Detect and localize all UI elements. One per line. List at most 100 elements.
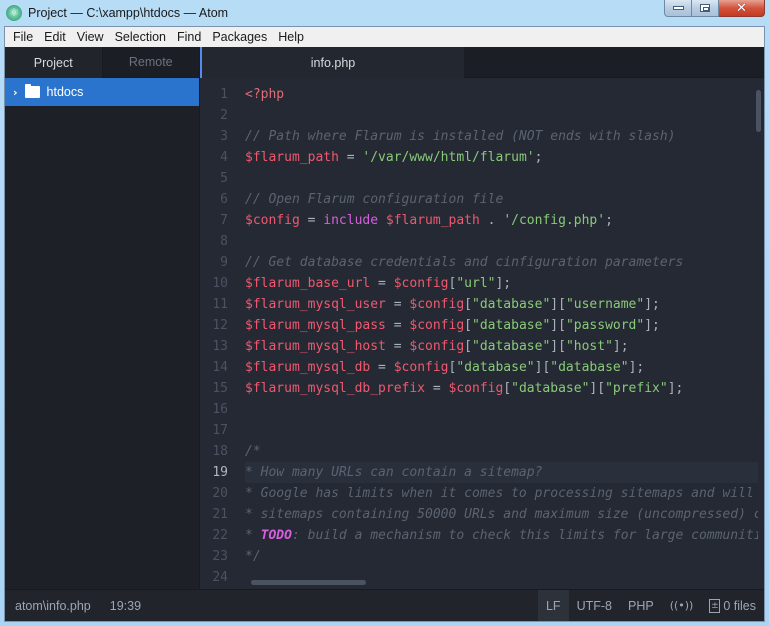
line-number: 10 [212,276,228,291]
minimize-icon [672,6,684,10]
code-token: "database" [472,318,551,333]
code-token: ; [534,150,543,165]
code-line[interactable]: 20 ​* Google has limits when it comes to … [200,483,764,504]
horizontal-scrollbar[interactable] [251,580,366,585]
maximize-button[interactable] [692,0,719,17]
menu-packages[interactable]: Packages [207,27,273,47]
close-icon: ✕ [736,0,747,16]
code-token: TODO [260,528,292,543]
line-number: 18 [212,444,228,459]
line-number: 1 [220,87,228,102]
code-token: = [385,318,410,333]
line-number: 17 [212,423,228,438]
code-line[interactable]: 3 ​// Path where Flarum is installed (NOT… [200,126,764,147]
menu-edit[interactable]: Edit [39,27,72,47]
window-title: Project — C:\xampp\htdocs — Atom [28,6,229,20]
menu-view[interactable]: View [72,27,110,47]
tree-item-htdocs[interactable]: › htdocs [5,78,199,106]
vertical-scrollbar[interactable] [756,90,761,132]
code-token: : build a mechanism to check this limits… [291,528,758,543]
line-number: 23 [212,549,228,564]
code-text: ​$flarum_mysql_user = $config["database"… [245,294,758,315]
code-line[interactable]: 12 ​$flarum_mysql_pass = $config["databas… [200,315,764,336]
menu-file[interactable]: File [8,27,39,47]
code-token: * Google has limits when it comes to pro… [245,486,754,501]
code-token: '/config.php' [503,213,606,228]
code-token: = [385,297,410,312]
code-line[interactable]: 17 ​ [200,420,764,441]
tab-info-php[interactable]: info.php [200,47,464,78]
code-text: ​$flarum_mysql_db = $config["database"][… [245,357,758,378]
menu-bar: File Edit View Selection Find Packages H… [5,27,764,47]
code-line[interactable]: 8​ [200,231,764,252]
line-number: 16 [212,402,228,417]
minimize-button[interactable] [664,0,692,17]
encoding-selector[interactable]: UTF-8 [569,590,620,621]
code-line[interactable]: 10 ​$flarum_base_url = $config["url"]; [200,273,764,294]
code-line[interactable]: 4 ​$flarum_path = '/var/www/html/flarum'; [200,147,764,168]
line-number: 4 [220,150,228,165]
code-token: = [299,213,324,228]
status-file-path[interactable]: atom\info.php [15,599,91,613]
code-text: ​ [245,231,758,252]
tab-bar: info.php [200,47,764,78]
code-text: ​ [245,105,758,126]
line-number: 15 [212,381,228,396]
code-token: ; [605,213,613,228]
code-line[interactable]: 18 ​/* [200,441,764,462]
tab-project[interactable]: Project [5,47,102,78]
broadcast-button[interactable]: ((•)) [662,590,702,621]
app-window: File Edit View Selection Find Packages H… [4,26,765,622]
code-line[interactable]: 21 ​* sitemaps containing 50000 URLs and … [200,504,764,525]
code-token: "username" [565,297,645,312]
code-line[interactable]: 11 ​$flarum_mysql_user = $config["databas… [200,294,764,315]
status-cursor-position[interactable]: 19:39 [110,599,141,613]
code-token: // Open Flarum configuration file [245,192,504,207]
code-line[interactable]: 5​ [200,168,764,189]
code-token: [ [464,318,472,333]
close-button[interactable]: ✕ [719,0,765,17]
code-line[interactable]: 13 ​$flarum_mysql_host = $config["databas… [200,336,764,357]
code-token: $flarum_mysql_db [245,360,371,375]
code-line[interactable]: 2​ [200,105,764,126]
code-line[interactable]: 9 ​// Get database credentials and cinfig… [200,252,764,273]
tab-remote[interactable]: Remote [101,47,199,78]
code-line[interactable]: 16 ​ [200,399,764,420]
line-number: 8 [220,234,228,249]
menu-find[interactable]: Find [172,27,207,47]
chevron-right-icon[interactable]: › [13,86,18,99]
code-line[interactable]: 22 ​* TODO: build a mechanism to check th… [200,525,764,546]
code-editor[interactable]: 1​<?php2​3​// Path where Flarum is insta… [200,78,764,589]
code-token: "database" [456,360,535,375]
code-text: ​$flarum_mysql_db_prefix = $config["data… [245,378,758,399]
code-line[interactable]: 1 ​<?php [200,84,764,105]
code-token: $flarum_mysql_host [245,339,386,354]
line-ending-selector[interactable]: LF [537,590,569,621]
code-token: $flarum_path [245,150,339,165]
code-token: = [370,276,394,291]
code-line[interactable]: 23 ​*/ [200,546,764,567]
line-number: 12 [212,318,228,333]
code-line[interactable]: 14 ​$flarum_mysql_db = $config["database"… [200,357,764,378]
code-token: ][ [550,318,566,333]
menu-help[interactable]: Help [273,27,310,47]
code-text: ​// Path where Flarum is installed (NOT … [245,126,758,147]
code-token: include [323,213,379,228]
code-line[interactable]: 6 ​// Open Flarum configuration file [200,189,764,210]
code-token: $config [448,381,504,396]
code-token: /* [245,444,261,459]
grammar-selector[interactable]: PHP [620,590,662,621]
code-text: ​*/ [245,546,758,567]
code-token: $flarum_mysql_db_prefix [245,381,426,396]
tree-view: Project Remote › htdocs [5,47,200,589]
code-line[interactable]: 7 ​$config = include $flarum_path . '/con… [200,210,764,231]
code-token: [ [464,297,472,312]
git-files-button[interactable]: ± 0 files [701,590,764,621]
code-token: $flarum_mysql_user [245,297,386,312]
window-controls: ✕ [664,0,765,17]
code-line[interactable]: 15 ​$flarum_mysql_db_prefix = $config["da… [200,378,764,399]
code-line[interactable]: 19 ​* How many URLs can contain a sitemap… [200,462,764,483]
menu-selection[interactable]: Selection [110,27,172,47]
code-text: ​/* [245,441,758,462]
